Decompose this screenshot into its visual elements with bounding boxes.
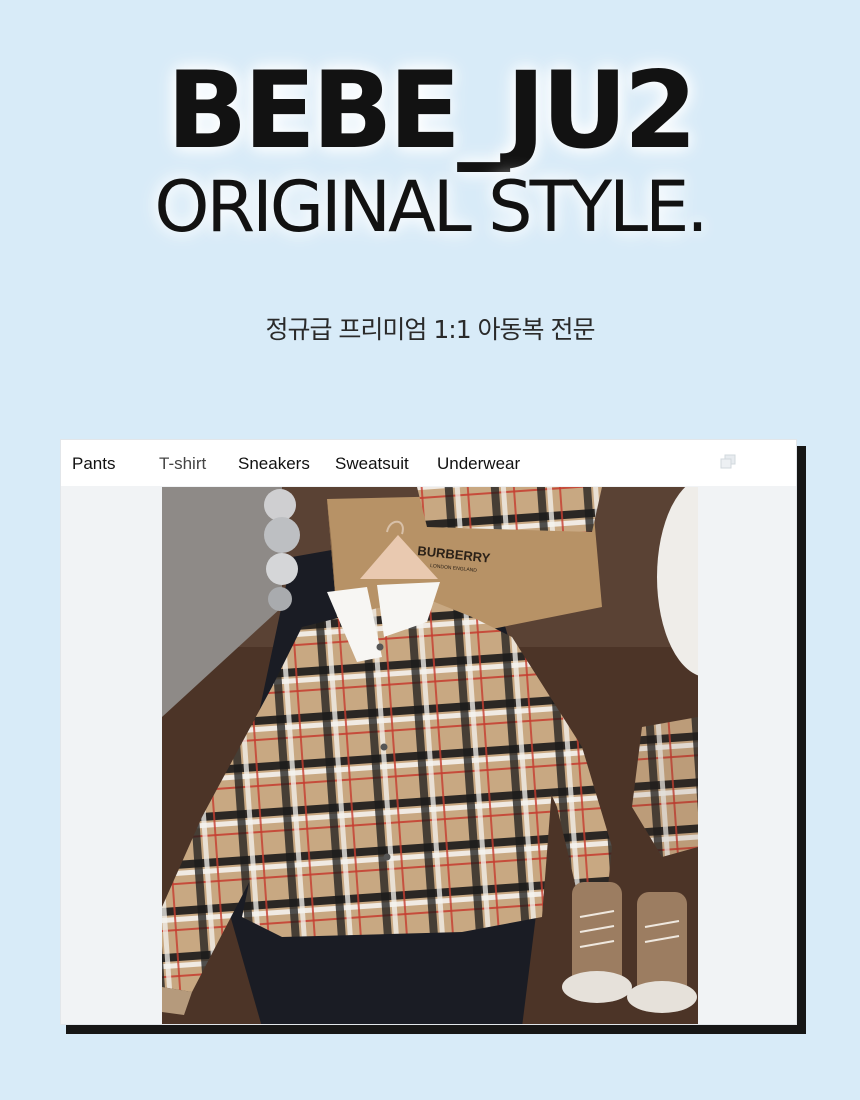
- tab-underwear[interactable]: Underwear: [437, 454, 520, 474]
- product-photo-graphic: BURBERRY LONDON ENGLAND: [162, 487, 698, 1024]
- product-photo[interactable]: BURBERRY LONDON ENGLAND: [162, 487, 698, 1024]
- category-tab-bar: Pants T-shirt Sneakers Sweatsuit Underwe…: [61, 440, 796, 486]
- tab-pants[interactable]: Pants: [72, 454, 115, 474]
- hero-subtitle: ORIGINAL STYLE.: [154, 166, 708, 248]
- tab-sweatsuit[interactable]: Sweatsuit: [335, 454, 409, 474]
- tab-t-shirt[interactable]: T-shirt: [159, 454, 206, 474]
- tab-sneakers[interactable]: Sneakers: [238, 454, 310, 474]
- copy-icon[interactable]: [720, 454, 736, 470]
- hero-title: BEBE_JU2: [166, 49, 698, 172]
- tagline: 정규급 프리미엄 1:1 아동복 전문: [265, 315, 595, 344]
- product-window: Pants T-shirt Sneakers Sweatsuit Underwe…: [60, 439, 797, 1025]
